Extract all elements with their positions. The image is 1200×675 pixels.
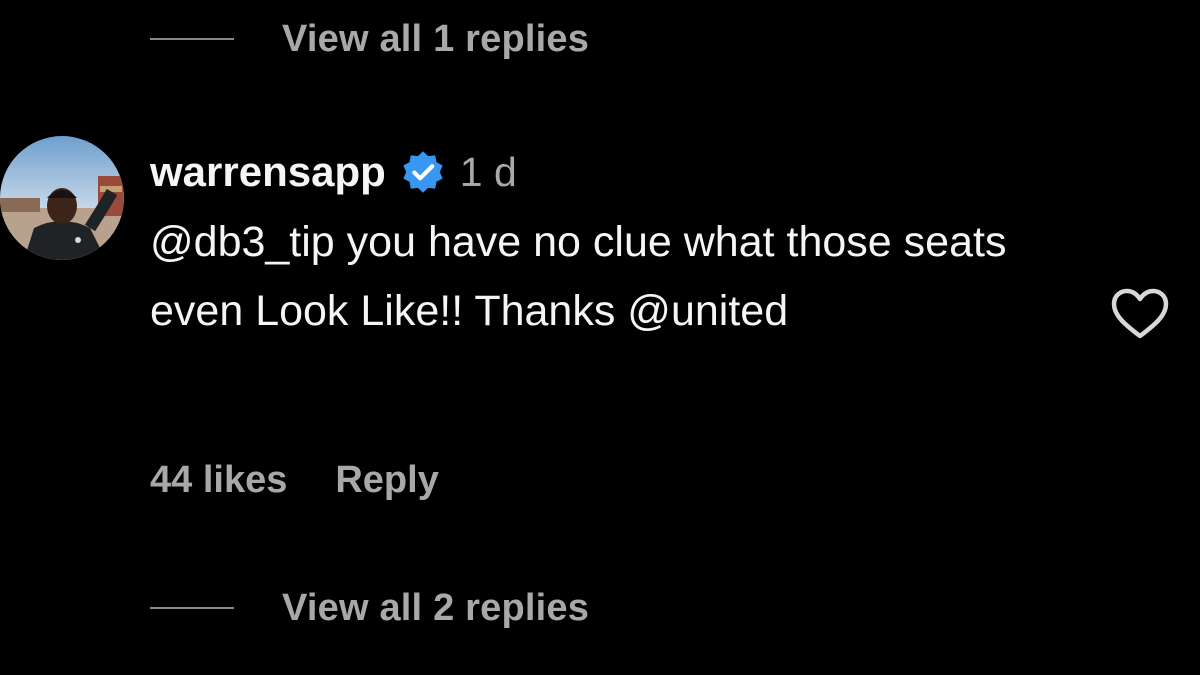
like-button[interactable] <box>1110 287 1170 341</box>
comment-timestamp: 1 d <box>459 148 517 195</box>
avatar-photo <box>0 136 124 260</box>
mention-link[interactable]: @db3_tip <box>150 218 335 266</box>
replies-divider-line <box>150 38 234 40</box>
view-replies-label: View all 2 replies <box>282 586 590 629</box>
view-replies-button-top[interactable]: View all 1 replies <box>150 14 589 64</box>
view-replies-label: View all 1 replies <box>282 17 590 60</box>
view-replies-button-bottom[interactable]: View all 2 replies <box>150 583 589 633</box>
verified-badge-icon <box>400 149 446 195</box>
replies-divider-line <box>150 607 234 609</box>
likes-count[interactable]: 44 likes <box>150 459 287 502</box>
comment-actions: 44 likes Reply <box>150 452 439 508</box>
comment-text: @db3_tip you have no clue what those sea… <box>150 208 1100 346</box>
reply-button[interactable]: Reply <box>335 459 438 502</box>
avatar[interactable] <box>0 136 124 260</box>
comment-header: warrensapp 1 d <box>150 140 517 204</box>
comment-username[interactable]: warrensapp <box>150 148 386 196</box>
mention-link[interactable]: @united <box>627 287 788 335</box>
heart-outline-icon <box>1111 288 1169 339</box>
